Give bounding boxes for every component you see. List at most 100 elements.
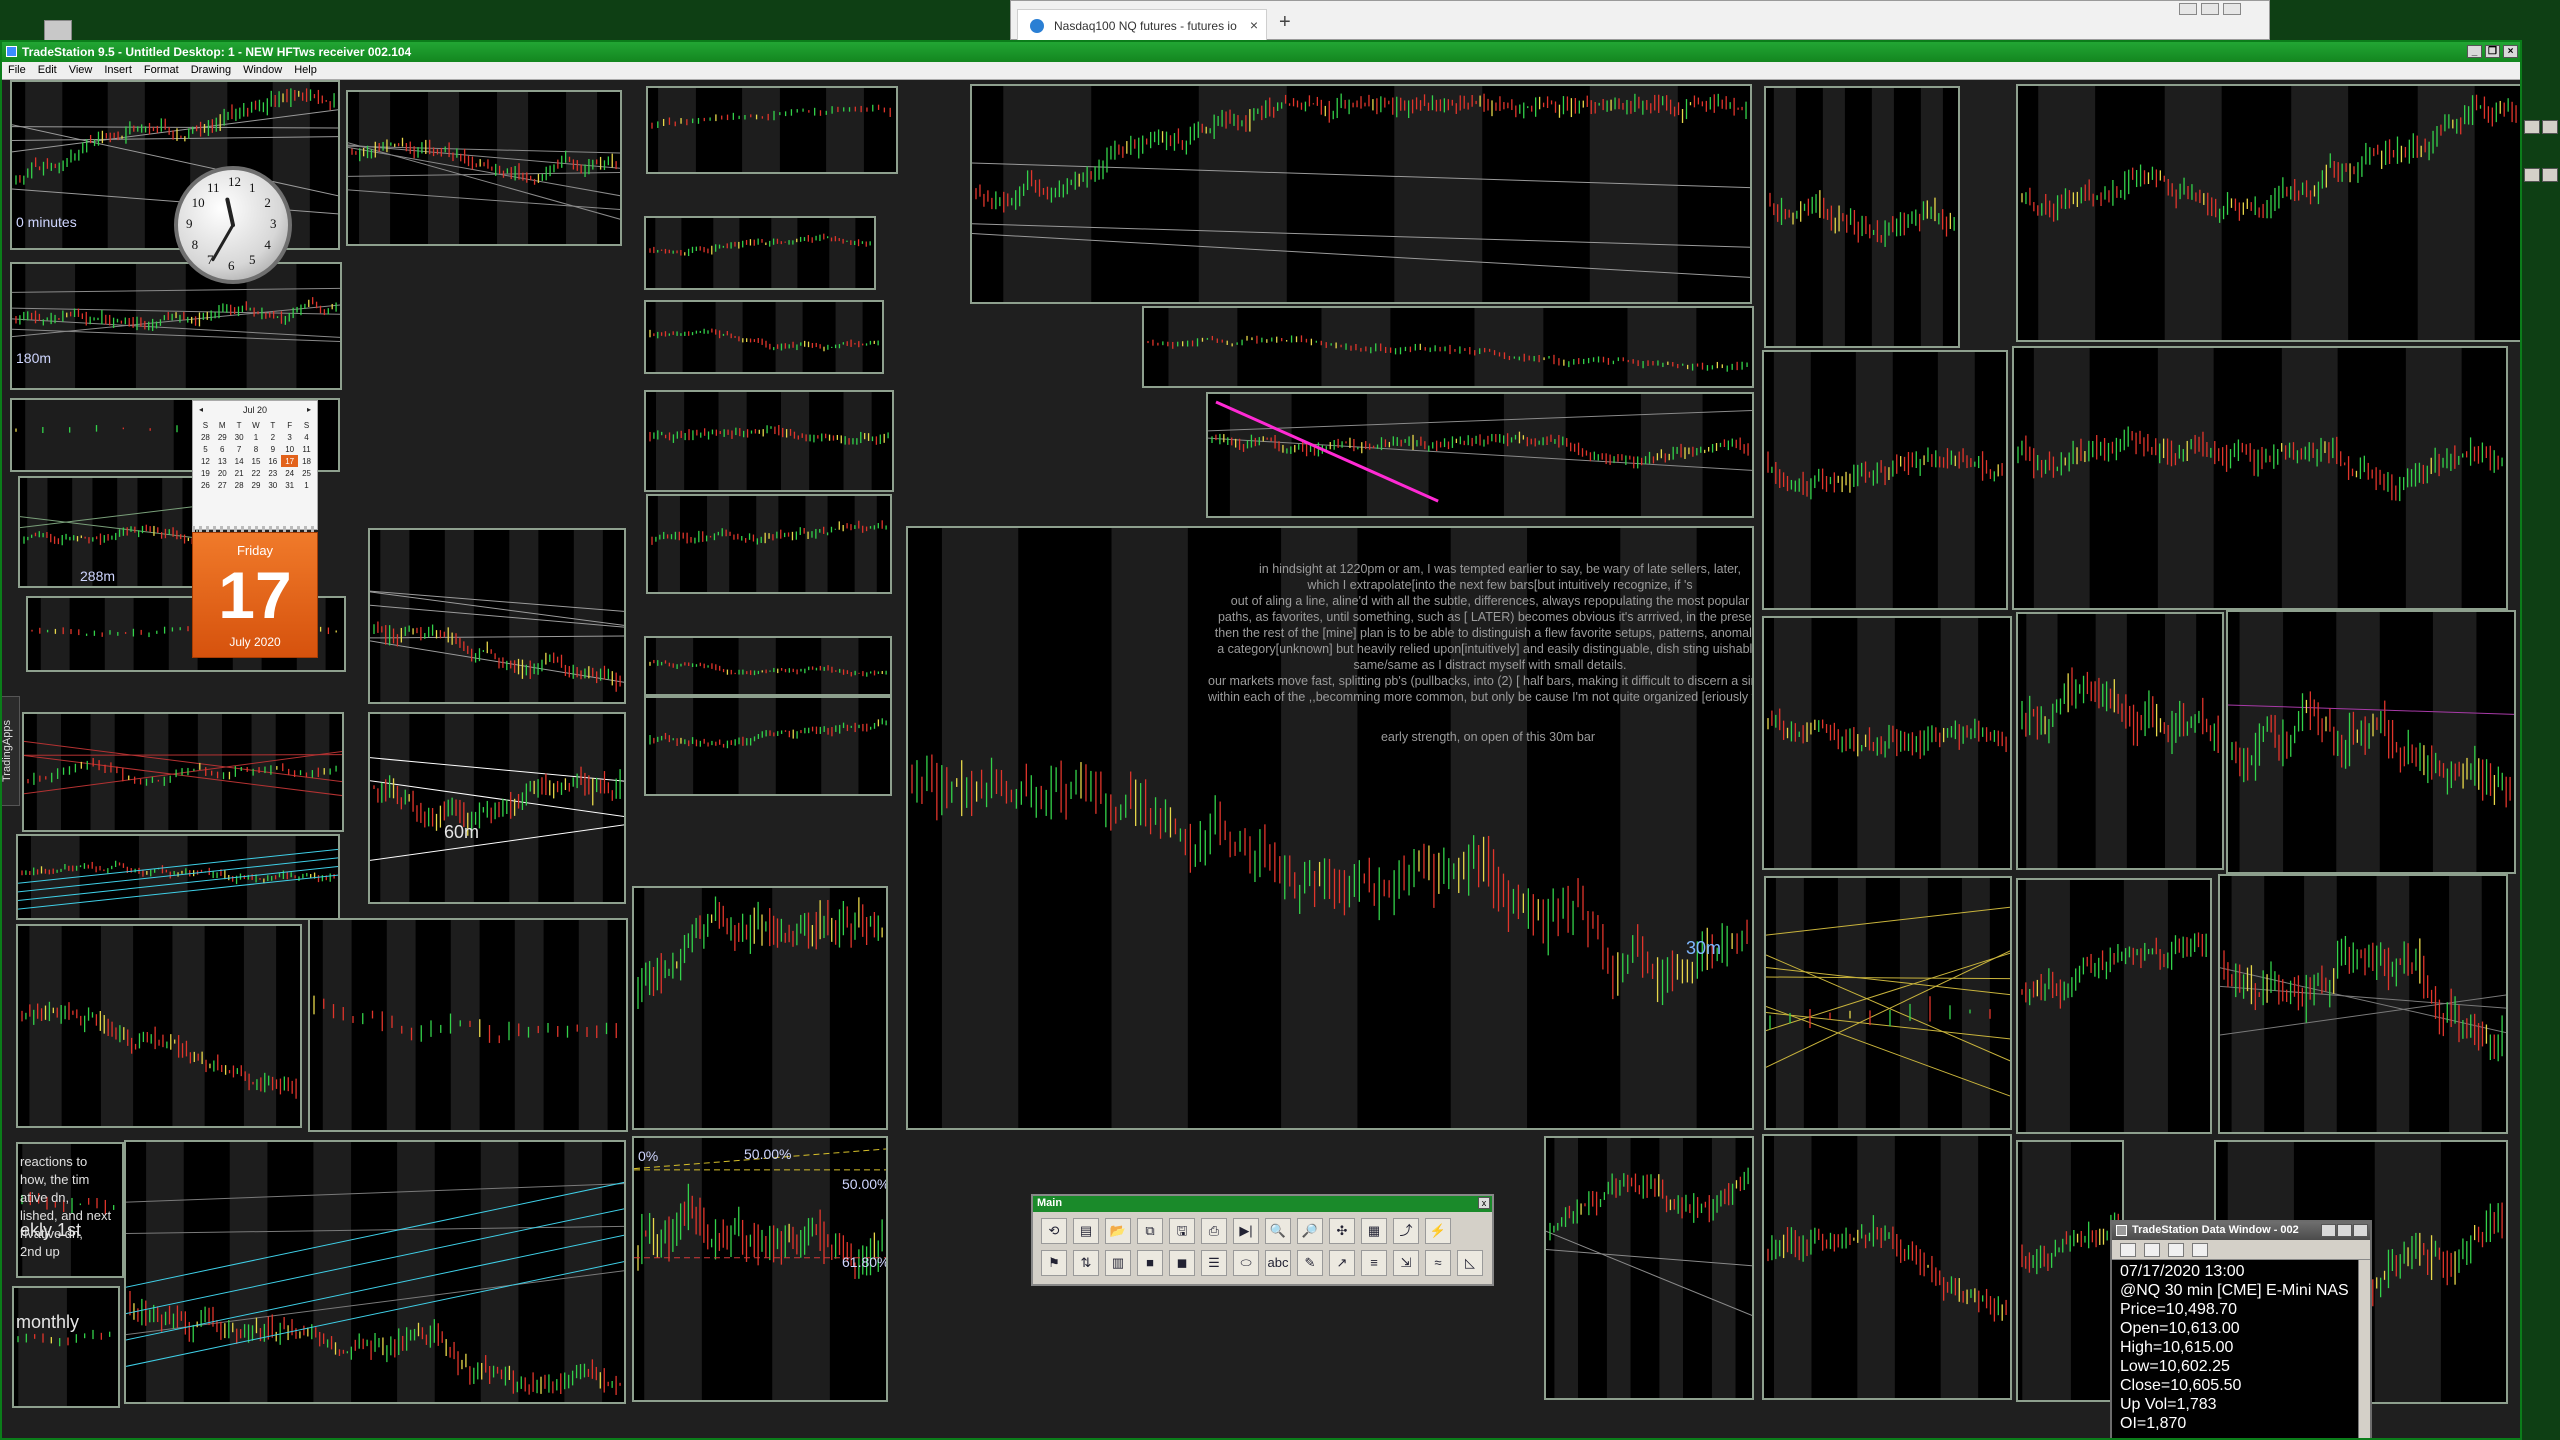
- calendar-day[interactable]: 23: [264, 467, 281, 479]
- toolbar-tool-button[interactable]: 🖫: [1169, 1218, 1195, 1244]
- calendar-day[interactable]: 25: [298, 467, 315, 479]
- chart-annotation-text[interactable]: same/same as I distract myself with smal…: [1190, 658, 1752, 672]
- chart-c3-1[interactable]: [646, 86, 898, 174]
- data-window-titlebar[interactable]: TradeStation Data Window - 002: [2112, 1222, 2370, 1240]
- calendar-day[interactable]: 7: [231, 443, 248, 455]
- trend-line[interactable]: [126, 1225, 624, 1235]
- chart-60m[interactable]: 60m: [368, 712, 626, 904]
- toolbar-tool-button[interactable]: ▦: [1361, 1218, 1387, 1244]
- chart-r4-a[interactable]: [1764, 876, 2012, 1130]
- chart-main-30m[interactable]: 30m in hindsight at 1220pm or am, I was t…: [906, 526, 1754, 1130]
- chart-r4-c[interactable]: [2218, 874, 2508, 1134]
- browser-close-button[interactable]: [2223, 3, 2241, 15]
- window-titlebar[interactable]: TradeStation 9.5 - Untitled Desktop: 1 -…: [2, 42, 2520, 62]
- save-icon[interactable]: [2120, 1243, 2136, 1257]
- calendar-day[interactable]: 26: [197, 479, 214, 491]
- grid-icon[interactable]: [2168, 1243, 2184, 1257]
- calendar-day[interactable]: 5: [197, 443, 214, 455]
- calendar-day[interactable]: 29: [214, 431, 231, 443]
- cyan-channel-line[interactable]: [126, 1208, 624, 1315]
- calendar-day[interactable]: 29: [248, 479, 265, 491]
- browser-tab[interactable]: Nasdaq100 NQ futures - futures io ×: [1017, 9, 1267, 41]
- calendar-day[interactable]: 8: [248, 443, 265, 455]
- data-window-min-button[interactable]: [2321, 1224, 2336, 1237]
- calendar-day[interactable]: 17: [281, 455, 299, 467]
- close-button[interactable]: ×: [2503, 45, 2518, 58]
- browser-maximize-button[interactable]: [2201, 3, 2219, 15]
- toolbar-tool-button[interactable]: ⧉: [1137, 1218, 1163, 1244]
- chart-strip-2[interactable]: [22, 712, 344, 832]
- recycle-bin-icon[interactable]: [44, 20, 72, 42]
- calendar-day[interactable]: 10: [281, 443, 298, 455]
- toolbar-tool-button[interactable]: ⟲: [1041, 1218, 1067, 1244]
- toolbar-tool-button[interactable]: ▶|: [1233, 1218, 1259, 1244]
- data-window-scrollbar[interactable]: [2358, 1260, 2370, 1438]
- toolbar-tool-button[interactable]: ✣: [1329, 1218, 1355, 1244]
- chart-r3-a[interactable]: [1762, 616, 2012, 870]
- main-toolbar-close-button[interactable]: x: [1478, 1197, 1490, 1209]
- chart-r2-a[interactable]: [1762, 350, 2008, 610]
- data-window-max-button[interactable]: [2337, 1224, 2352, 1237]
- chart-r3-c[interactable]: [2226, 610, 2516, 874]
- chart-c3-5[interactable]: [646, 494, 892, 594]
- chart-mid-left-1[interactable]: [16, 924, 302, 1128]
- calendar-day[interactable]: 28: [197, 431, 214, 443]
- calendar-day[interactable]: 21: [231, 467, 248, 479]
- toolbar-tool-button[interactable]: ▥: [1105, 1250, 1131, 1276]
- toolbar-tool-button[interactable]: ◺: [1457, 1250, 1483, 1276]
- menu-format[interactable]: Format: [138, 62, 185, 76]
- trend-line[interactable]: [24, 754, 342, 756]
- chart-fib[interactable]: 0% 50.00% 50.00% 61.80%: [632, 1136, 888, 1402]
- calendar-day[interactable]: 16: [264, 455, 281, 467]
- tradingapps-side-tab[interactable]: TradingApps: [2, 696, 20, 806]
- print-icon[interactable]: [2144, 1243, 2160, 1257]
- calendar-day[interactable]: 31: [281, 479, 298, 491]
- trend-line[interactable]: [126, 1183, 624, 1203]
- calendar-day[interactable]: 11: [298, 443, 315, 455]
- chart-r5-a[interactable]: [1544, 1136, 1754, 1400]
- chart-r1-b[interactable]: [2016, 84, 2520, 342]
- new-tab-button[interactable]: +: [1279, 11, 1291, 34]
- chart-c3-2[interactable]: [644, 216, 876, 290]
- calendar-day[interactable]: 15: [248, 455, 265, 467]
- chart-r4-b[interactable]: [2016, 878, 2212, 1134]
- toolbar-tool-button[interactable]: ◼: [1169, 1250, 1195, 1276]
- chart-annotation-text[interactable]: paths, as favorites, until something, su…: [1190, 610, 1752, 624]
- menu-file[interactable]: File: [2, 62, 32, 76]
- calendar-day[interactable]: 13: [214, 455, 231, 467]
- toolbar-tool-button[interactable]: ⇅: [1073, 1250, 1099, 1276]
- toolbar-tool-button[interactable]: 🔎: [1297, 1218, 1323, 1244]
- copy-icon[interactable]: [2192, 1243, 2208, 1257]
- chart-annotation-text[interactable]: a category[unknown] but heavily relied u…: [1190, 642, 1752, 656]
- chart-r5-b[interactable]: [1762, 1134, 2012, 1400]
- cyan-channel-line[interactable]: [126, 1234, 624, 1341]
- chart-c3-3[interactable]: [644, 300, 884, 374]
- toolbar-tool-button[interactable]: ✎: [1297, 1250, 1323, 1276]
- menu-window[interactable]: Window: [237, 62, 288, 76]
- chart-288m[interactable]: 288m: [18, 476, 198, 588]
- calendar-day[interactable]: 2: [264, 431, 281, 443]
- menu-edit[interactable]: Edit: [32, 62, 63, 76]
- toolbar-tool-button[interactable]: ≡: [1361, 1250, 1387, 1276]
- chart-mid-left-2[interactable]: [308, 918, 628, 1132]
- toolbar-tool-button[interactable]: ⎙: [1201, 1218, 1227, 1244]
- chart-annotation-text[interactable]: which I extrapolate[into the next few ba…: [1200, 578, 1752, 592]
- toolbar-tool-button[interactable]: ■: [1137, 1250, 1163, 1276]
- calendar-day[interactable]: 14: [231, 455, 248, 467]
- chart-180m[interactable]: 180m: [10, 262, 342, 390]
- calendar-day[interactable]: 1: [298, 479, 315, 491]
- toolbar-tool-button[interactable]: ⤴: [1393, 1218, 1419, 1244]
- calendar-day[interactable]: 30: [231, 431, 248, 443]
- menu-drawing[interactable]: Drawing: [185, 62, 237, 76]
- chart-annotation-text[interactable]: in hindsight at 1220pm or am, I was temp…: [1200, 562, 1752, 576]
- chart-annotation-text[interactable]: then the rest of the [mine] plan is to b…: [1200, 626, 1752, 640]
- toolbar-tool-button[interactable]: ▤: [1073, 1218, 1099, 1244]
- toolbar-tool-button[interactable]: ☰: [1201, 1250, 1227, 1276]
- calendar-next-icon[interactable]: ▸: [307, 405, 311, 414]
- chart-col2-top[interactable]: [346, 90, 622, 246]
- toolbar-tool-button[interactable]: 🔍: [1265, 1218, 1291, 1244]
- chart-c3-4[interactable]: [644, 390, 894, 492]
- toolbar-tool-button[interactable]: ≈: [1425, 1250, 1451, 1276]
- toolbar-tool-button[interactable]: abc: [1265, 1250, 1291, 1276]
- calendar-day[interactable]: 24: [281, 467, 298, 479]
